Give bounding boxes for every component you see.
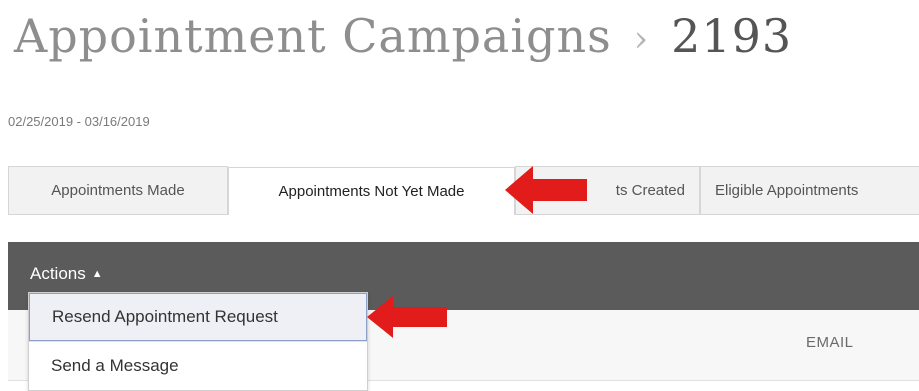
tab-appointments-not-yet-made[interactable]: Appointments Not Yet Made [228, 167, 515, 215]
actions-label: Actions [30, 264, 86, 283]
actions-dropdown-toggle[interactable]: Actions ▲ [30, 264, 103, 284]
annotation-arrow-icon [367, 296, 447, 338]
breadcrumb-separator: › [633, 19, 650, 60]
menu-item-send-a-message[interactable]: Send a Message [29, 341, 367, 389]
page-title: Appointment Campaigns › 2193 [14, 6, 792, 70]
annotation-arrow-icon [505, 166, 587, 214]
tab-appointments-made[interactable]: Appointments Made [8, 166, 228, 214]
tab-bar: Appointments Made Appointments Not Yet M… [8, 166, 919, 215]
column-header-email[interactable]: EMAIL [806, 334, 854, 351]
actions-menu: Resend Appointment Request Send a Messag… [28, 292, 368, 391]
date-range: 02/25/2019 - 03/16/2019 [8, 114, 150, 129]
page-title-text: Appointment Campaigns [14, 9, 612, 63]
tab-eligible-appointments[interactable]: Eligible Appointments [700, 166, 919, 214]
menu-item-resend-appointment-request[interactable]: Resend Appointment Request [29, 293, 367, 341]
campaign-id: 2193 [671, 9, 793, 63]
caret-up-icon: ▲ [91, 268, 103, 280]
